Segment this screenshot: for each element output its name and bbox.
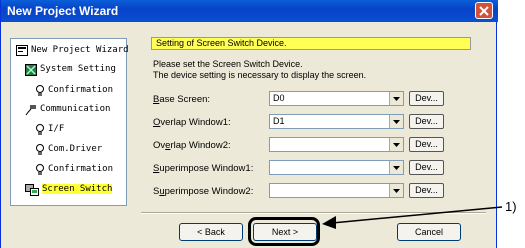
- callout-arrow: [322, 206, 503, 229]
- callout-label: 1): [505, 199, 517, 214]
